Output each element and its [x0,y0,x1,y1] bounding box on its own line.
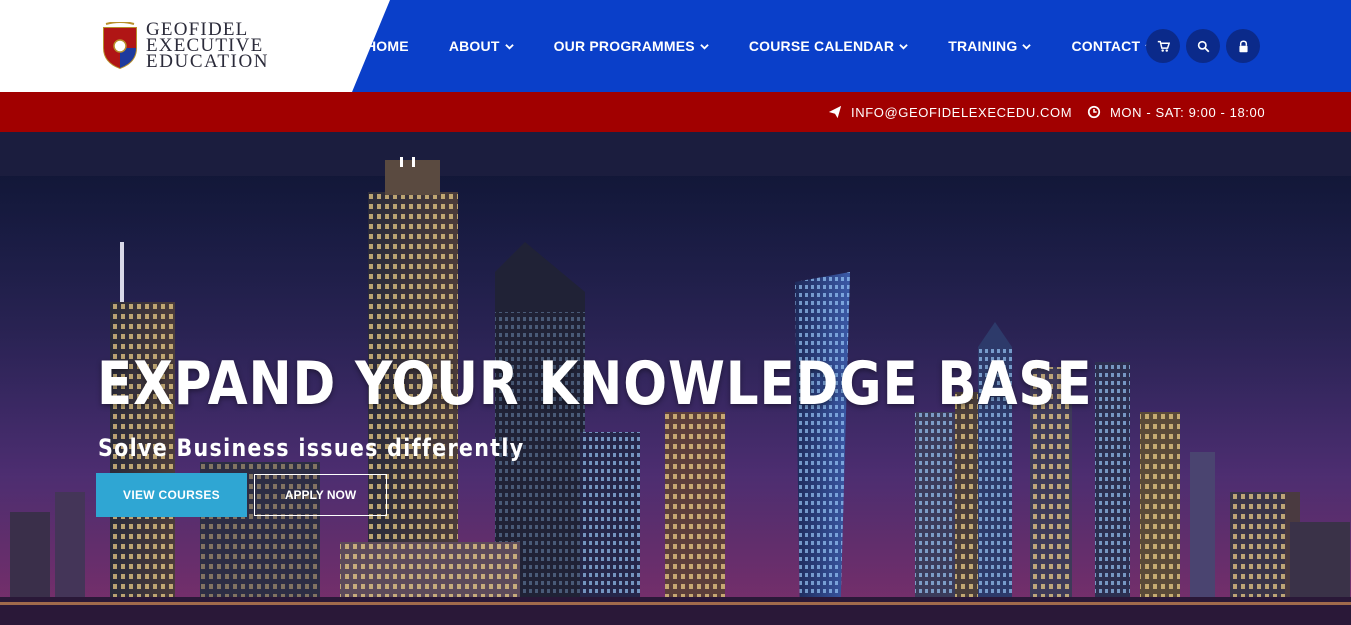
logo-line-3: EDUCATION [146,51,270,72]
logo-wordmark: GEOFIDEL EXECUTIVE EDUCATION [146,20,270,72]
email-link[interactable]: INFO@GEOFIDELEXECEDU.COM [828,92,1072,132]
hero-subtitle: Solve Business issues differently [98,434,525,462]
site-header: GEOFIDEL EXECUTIVE EDUCATION HOME ABOUT … [0,0,1351,92]
nav-our-programmes[interactable]: OUR PROGRAMMES [554,38,709,54]
apply-now-button[interactable]: APPLY NOW [254,474,387,516]
chevron-down-icon [899,43,908,50]
nav-calendar-label: COURSE CALENDAR [748,38,895,54]
nav-training[interactable]: TRAINING [948,38,1032,54]
login-button[interactable] [1226,29,1260,63]
cart-button[interactable] [1146,29,1180,63]
nav-training-label: TRAINING [948,38,1018,54]
contact-bar: INFO@GEOFIDELEXECEDU.COM MON - SAT: 9:00… [0,92,1351,132]
search-icon [1197,40,1209,52]
chevron-down-icon [504,43,514,50]
nav-course-calendar[interactable]: COURSE CALENDAR [749,38,908,54]
lock-icon [1238,39,1248,52]
nav-home[interactable]: HOME [366,38,409,54]
hero-title: EXPAND YOUR KNOWLEDGE BASE [97,349,1093,419]
paper-plane-icon [828,105,842,119]
hero-banner: EXPAND YOUR KNOWLEDGE BASE Solve Busines… [0,132,1351,625]
nav-contact-label: CONTACT [1071,38,1141,54]
nav-programmes-label: OUR PROGRAMMES [553,38,695,54]
nav-about[interactable]: ABOUT [449,38,514,54]
view-courses-button[interactable]: VIEW COURSES [96,473,247,517]
crest-icon [103,22,137,70]
email-text: INFO@GEOFIDELEXECEDU.COM [851,104,1073,120]
clock-icon [1087,105,1101,119]
nav-about-label: ABOUT [448,38,500,54]
chevron-down-icon [1022,43,1032,50]
hours-text: MON - SAT: 9:00 - 18:00 [1110,104,1266,120]
chevron-down-icon [700,43,709,50]
opening-hours: MON - SAT: 9:00 - 18:00 [1087,92,1265,132]
search-button[interactable] [1186,29,1220,63]
main-nav: HOME ABOUT OUR PROGRAMMES COURSE CALENDA… [366,0,1154,92]
nav-contact[interactable]: CONTACT [1071,38,1154,54]
nav-home-label: HOME [366,38,409,54]
site-logo[interactable]: GEOFIDEL EXECUTIVE EDUCATION [100,20,270,72]
cart-icon [1157,40,1170,52]
